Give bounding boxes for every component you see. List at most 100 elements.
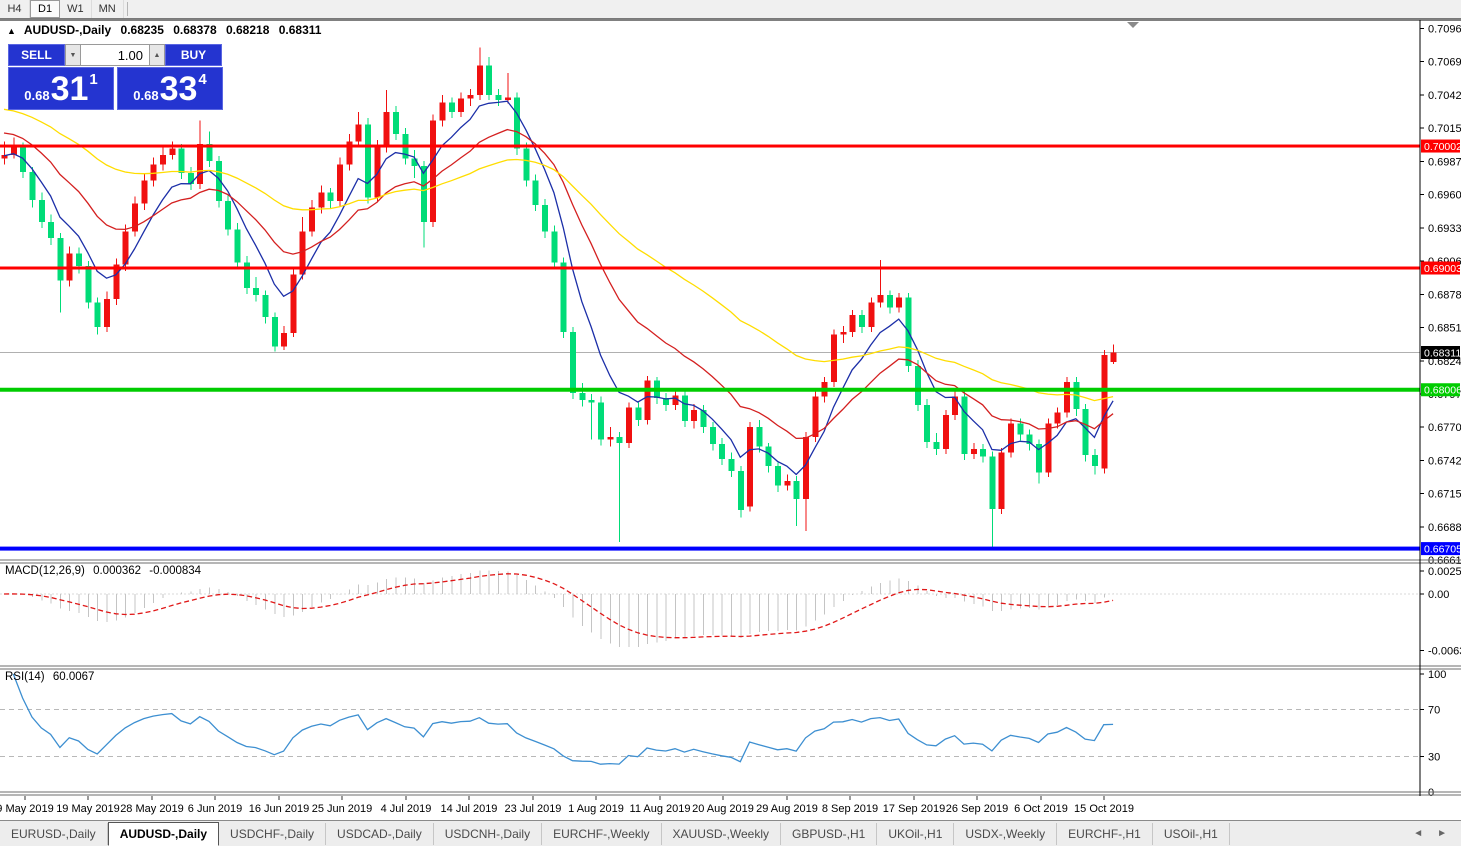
rsi-indicator-label: RSI(14) 60.0067 [5,671,99,683]
chart-tab-usoil-h1[interactable]: USOil-,H1 [1153,823,1230,845]
svg-text:-0.006326: -0.006326 [1428,645,1461,657]
svg-text:16 Jun 2019: 16 Jun 2019 [249,803,310,815]
timeframe-button-d1[interactable]: D1 [30,0,60,18]
timeframe-button-h4[interactable]: H4 [0,0,30,18]
candlestick-series [2,47,1117,548]
ma-line-18 [4,130,1113,439]
svg-text:0.68311: 0.68311 [1424,348,1461,360]
svg-text:0.67425: 0.67425 [1428,456,1461,468]
buy-button[interactable]: BUY [165,44,222,66]
sell-button[interactable]: SELL [8,44,65,66]
symbol-collapse-icon: ▲ [7,26,16,36]
horizontal-level-lines [0,145,1420,551]
svg-text:0.70420: 0.70420 [1428,90,1461,102]
svg-text:25 Jun 2019: 25 Jun 2019 [312,803,373,815]
svg-text:4 Jul 2019: 4 Jul 2019 [381,803,432,815]
symbol-ohlc-header: ▲ AUDUSD-,Daily 0.68235 0.68378 0.68218 … [7,23,327,37]
toolbar-separator [127,2,128,16]
svg-text:0.66705: 0.66705 [1424,544,1461,556]
svg-text:6 Jun 2019: 6 Jun 2019 [188,803,242,815]
svg-text:0.67700: 0.67700 [1428,422,1461,434]
svg-text:0.66880: 0.66880 [1428,522,1461,534]
level-line[interactable] [0,547,1420,551]
sell-price-base: 0.68 [24,88,49,103]
svg-text:23 Jul 2019: 23 Jul 2019 [505,803,562,815]
svg-text:0.69605: 0.69605 [1428,190,1461,202]
symbol-name: AUDUSD-,Daily [24,23,111,37]
tab-scroll-right-icon[interactable]: ► [1437,828,1447,839]
tab-scroll-left-icon[interactable]: ◄ [1413,828,1423,839]
svg-text:1 Aug 2019: 1 Aug 2019 [568,803,624,815]
price-axis: 0.709650.706950.704200.701500.698750.696… [1420,23,1461,567]
macd-name: MACD(12,26,9) [5,565,85,577]
chart-tab-ukoil-h1[interactable]: UKOil-,H1 [877,823,954,845]
svg-text:17 Sep 2019: 17 Sep 2019 [883,803,945,815]
one-click-trade-panel: SELL ▼ ▲ BUY 0.68 31 1 0.68 33 4 [8,44,223,110]
svg-text:0.68006: 0.68006 [1424,385,1461,397]
chart-canvas[interactable]: 0.709650.706950.704200.701500.698750.696… [0,0,1461,820]
svg-text:11 Aug 2019: 11 Aug 2019 [630,803,691,815]
volume-input[interactable] [81,44,149,66]
timeframe-button-w1[interactable]: W1 [60,0,92,18]
tab-scroll-arrows: ◄► [1413,828,1447,839]
buy-price-big: 33 [160,69,198,109]
svg-text:0.68785: 0.68785 [1428,290,1461,302]
volume-increase-button[interactable]: ▲ [149,44,165,66]
volume-decrease-button[interactable]: ▼ [65,44,81,66]
buy-price-button[interactable]: 0.68 33 4 [117,67,223,110]
svg-text:0.68515: 0.68515 [1428,323,1461,335]
trading-terminal-window: 0.709650.706950.704200.701500.698750.696… [0,0,1461,846]
ohlc-open: 0.68235 [121,23,164,37]
svg-text:0.70002: 0.70002 [1424,141,1461,153]
timeframe-button-mn[interactable]: MN [92,0,124,18]
chart-tab-usdcad-daily[interactable]: USDCAD-,Daily [326,823,434,845]
chart-tab-usdchf-daily[interactable]: USDCHF-,Daily [219,823,326,845]
macd-indicator-label: MACD(12,26,9) 0.000362 -0.000834 [5,565,206,577]
rsi-name: RSI(14) [5,671,45,683]
chart-tab-eurchf-weekly[interactable]: EURCHF-,Weekly [542,823,661,845]
buy-price-pip: 4 [198,71,206,88]
svg-text:30: 30 [1428,752,1440,764]
chart-shift-marker-icon[interactable] [1127,22,1139,28]
timeframe-toolbar: H4D1W1MN [0,0,1461,19]
svg-text:15 Oct 2019: 15 Oct 2019 [1074,803,1134,815]
time-axis: 9 May 201919 May 201928 May 20196 Jun 20… [0,796,1134,815]
svg-text:0.002574: 0.002574 [1428,566,1461,578]
svg-text:8 Sep 2019: 8 Sep 2019 [822,803,878,815]
level-line[interactable] [0,145,1420,148]
svg-text:0.70150: 0.70150 [1428,123,1461,135]
svg-text:29 Aug 2019: 29 Aug 2019 [756,803,818,815]
macd-signal-line [4,574,1113,638]
chart-tab-usdx-weekly[interactable]: USDX-,Weekly [954,823,1057,845]
panel-borders [0,20,1461,796]
chart-tab-usdcnh-daily[interactable]: USDCNH-,Daily [434,823,542,845]
rsi-line [13,674,1113,764]
level-line[interactable] [0,388,1420,392]
rsi-value: 60.0067 [53,671,95,683]
chart-tab-audusd-daily[interactable]: AUDUSD-,Daily [108,822,219,846]
chart-tab-xauusd-weekly[interactable]: XAUUSD-,Weekly [662,823,781,845]
svg-text:28 May 2019: 28 May 2019 [120,803,184,815]
svg-text:20 Aug 2019: 20 Aug 2019 [692,803,754,815]
svg-text:26 Sep 2019: 26 Sep 2019 [946,803,1008,815]
level-line[interactable] [0,267,1420,270]
indicator-panels: 0.0025740.00-0.00632610070300 [0,566,1461,799]
chart-tab-eurusd-daily[interactable]: EURUSD-,Daily [0,823,108,845]
svg-text:0.69003: 0.69003 [1424,263,1461,275]
svg-text:0.70695: 0.70695 [1428,56,1461,68]
ohlc-low: 0.68218 [226,23,269,37]
ohlc-close: 0.68311 [279,23,322,37]
ohlc-high: 0.68378 [173,23,216,37]
svg-text:14 Jul 2019: 14 Jul 2019 [441,803,498,815]
svg-text:0: 0 [1428,787,1434,799]
macd-main-value: 0.000362 [93,565,141,577]
chart-tab-gbpusd-h1[interactable]: GBPUSD-,H1 [781,823,877,845]
buy-price-base: 0.68 [133,88,158,103]
svg-text:70: 70 [1428,704,1440,716]
sell-price-button[interactable]: 0.68 31 1 [8,67,114,110]
svg-text:0.69330: 0.69330 [1428,223,1461,235]
chart-tab-eurchf-h1[interactable]: EURCHF-,H1 [1057,823,1153,845]
sell-price-pip: 1 [89,71,97,88]
svg-text:0.69875: 0.69875 [1428,157,1461,169]
sell-price-big: 31 [51,69,89,109]
